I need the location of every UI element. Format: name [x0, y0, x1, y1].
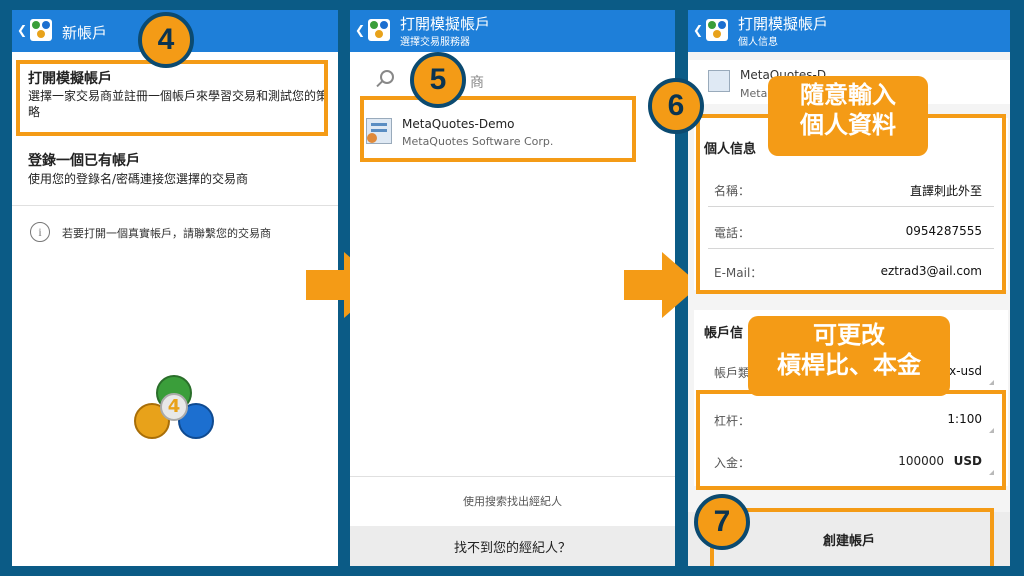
section-title-account: 帳戶信 [704, 326, 744, 341]
login-option-title: 登錄一個已有帳戶 [28, 153, 140, 169]
step-6-badge: 6 [648, 78, 704, 134]
search-handle [376, 80, 383, 88]
highlight-server [360, 96, 636, 162]
screen-subtitle: 選擇交易服務器 [400, 37, 470, 48]
callout1-line2: 個人資料 [800, 111, 896, 139]
new-account-screen: ❮ 新帳戶 打開模擬帳戶 選擇一家交易商並註冊一個帳戶來學習交易和測試您的策略 … [12, 10, 338, 566]
info-text: 若要打開一個真實帳戶，請聯繫您的交易商 [62, 227, 271, 240]
not-found-bar[interactable]: 找不到您的經紀人？ [350, 526, 675, 566]
login-option-desc: 使用您的登錄名/密碼連接您選擇的交易商 [28, 172, 249, 186]
screen-subtitle: 個人信息 [738, 37, 778, 48]
divider [12, 205, 338, 206]
back-icon[interactable]: ❮ [355, 23, 365, 37]
divider [350, 476, 675, 477]
find-by-search-link[interactable]: 使用搜索找出經紀人 [350, 493, 675, 509]
real-account-info: i 若要打開一個真實帳戶，請聯繫您的交易商 [30, 222, 330, 246]
app-logo-icon [706, 19, 728, 41]
highlight-create-button [710, 508, 994, 566]
info-icon: i [30, 222, 50, 242]
server-icon [708, 70, 730, 92]
step-4-badge: 4 [138, 12, 194, 68]
screen-title: 打開模擬帳戶 [738, 15, 829, 33]
account-type-label: 帳戶類 [714, 366, 751, 380]
app-logo-icon [30, 19, 52, 41]
metatrader-logo: 4 [134, 375, 218, 455]
not-found-text: 找不到您的經紀人？ [453, 541, 571, 556]
callout-leverage: 可更改 槓桿比、本金 [748, 316, 950, 396]
callout1-line1: 隨意輸入 [800, 81, 896, 109]
logo-number: 4 [160, 393, 188, 421]
step-7-badge: 7 [694, 494, 750, 550]
callout2-line1: 可更改 [813, 321, 885, 349]
account-type-value: x-usd [949, 364, 982, 378]
screen-title: 打開模擬帳戶 [400, 15, 491, 33]
search-placeholder: 商 [470, 75, 484, 91]
app-logo-icon [368, 19, 390, 41]
highlight-demo-option [16, 60, 328, 136]
screen-title: 新帳戶 [62, 24, 108, 42]
callout-personal-info: 隨意輸入 個人資料 [768, 76, 928, 156]
highlight-leverage-deposit [696, 390, 1006, 490]
app-bar: ❮ 打開模擬帳戶 選擇交易服務器 [350, 10, 675, 52]
server-sub-partial: Meta [740, 87, 768, 100]
login-existing-account-option[interactable]: 登錄一個已有帳戶 使用您的登錄名/密碼連接您選擇的交易商 [12, 144, 338, 200]
step-5-badge: 5 [410, 52, 466, 108]
back-icon[interactable]: ❮ [693, 23, 703, 37]
search-bar[interactable]: 商 [350, 62, 675, 98]
callout2-line2: 槓桿比、本金 [777, 351, 921, 379]
back-icon[interactable]: ❮ [17, 23, 27, 37]
app-bar: ❮ 打開模擬帳戶 個人信息 [688, 10, 1010, 52]
